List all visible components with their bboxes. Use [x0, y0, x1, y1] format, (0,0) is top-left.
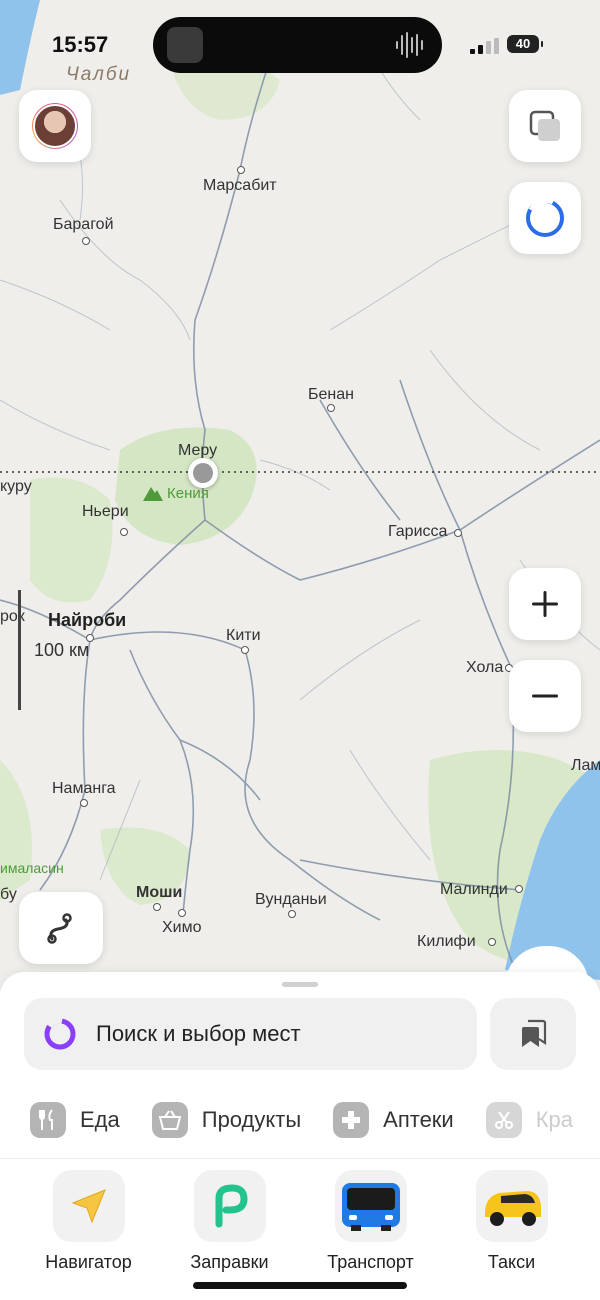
category-label: Еда [80, 1107, 120, 1132]
service-label: Заправки [190, 1252, 269, 1272]
map-label-kenya-peak[interactable]: Кения [167, 485, 209, 502]
sheet-drag-handle[interactable] [282, 982, 318, 987]
bus-icon [334, 1170, 407, 1242]
home-indicator[interactable] [193, 1282, 407, 1289]
map-city-dot [288, 910, 296, 918]
map-city-dot [82, 237, 90, 245]
category-pharmacy[interactable]: Аптеки [333, 1102, 454, 1138]
service-label: Навигатор [45, 1252, 132, 1272]
map-label-nyeri[interactable]: Ньери [82, 503, 129, 521]
map-scale-label: 100 км [34, 640, 90, 660]
map-label-benan[interactable]: Бенан [308, 386, 354, 404]
map-city-dot [241, 646, 249, 654]
map-city-dot [515, 885, 523, 893]
search-bar[interactable]: Поиск и выбор мест [24, 998, 477, 1070]
category-label: Аптеки [383, 1107, 454, 1132]
map-city-dot [120, 528, 128, 536]
map-label-nairobi[interactable]: Найроби [48, 610, 126, 631]
fork-knife-icon [30, 1102, 66, 1138]
search-placeholder: Поиск и выбор мест [96, 1021, 301, 1046]
service-navigator[interactable]: Навигатор [18, 1170, 159, 1273]
mountain-icon [143, 485, 163, 506]
route-icon [47, 913, 72, 944]
map-layers-button[interactable] [509, 90, 581, 162]
map-label-edge-bu: бу [0, 886, 17, 903]
scissors-icon [485, 1102, 522, 1138]
map-city-dot [327, 404, 335, 412]
map-label-kiti[interactable]: Кити [226, 627, 261, 645]
bottom-sheet: Поиск и выбор мест Еда Продукты Аптеки К… [0, 972, 600, 1300]
category-label: Кра [535, 1107, 574, 1132]
map-label-khimo[interactable]: Химо [162, 919, 202, 937]
map-label-malindi[interactable]: Малинди [440, 881, 508, 899]
map-city-dot [237, 166, 245, 174]
basket-icon [151, 1102, 188, 1138]
cellular-signal-icon [470, 38, 499, 54]
pharmacy-plus-icon [333, 1102, 370, 1138]
battery-indicator: 40 [507, 35, 543, 53]
map-label-moshi[interactable]: Моши [136, 884, 182, 902]
service-taxi[interactable]: Такси [441, 1170, 582, 1273]
service-fuel[interactable]: Заправки [159, 1170, 300, 1273]
dynamic-island[interactable] [153, 17, 442, 73]
zoom-out-button[interactable] [509, 660, 581, 732]
navigator-arrow-icon [52, 1170, 125, 1242]
services-row: Навигатор Заправки Транспорт Такси [0, 1170, 600, 1273]
layers-icon [529, 110, 560, 141]
map-label-kilifi[interactable]: Килифи [417, 933, 476, 951]
map-label-meru[interactable]: Меру [178, 442, 217, 460]
map-city-dot [454, 529, 462, 537]
zoom-in-button[interactable] [509, 568, 581, 640]
map-label-vundanyi[interactable]: Вунданьи [255, 891, 327, 909]
map-label-edge-kuru: куру [0, 478, 32, 495]
plus-icon [532, 591, 558, 617]
user-location-marker[interactable] [188, 458, 218, 488]
status-bar: 15:57 40 [0, 0, 600, 90]
avatar [32, 103, 78, 149]
category-beauty[interactable]: Кра [485, 1102, 574, 1138]
map-scale-bar [18, 590, 21, 710]
map-city-dot [153, 903, 161, 911]
taxi-icon [475, 1170, 548, 1242]
minus-icon [532, 694, 558, 698]
bookmarks-button[interactable] [490, 998, 576, 1070]
category-chips: Еда Продукты Аптеки Кра [30, 1100, 600, 1140]
map-label-garissa[interactable]: Гарисса [388, 523, 447, 541]
map-label-namanga[interactable]: Наманга [52, 780, 116, 798]
alice-icon [526, 198, 564, 237]
bookmarks-icon [522, 1019, 547, 1047]
map-city-dot [178, 909, 186, 917]
map-label-baragoi[interactable]: Барагой [53, 216, 114, 234]
alice-search-icon [44, 1017, 76, 1050]
audio-wave-icon [396, 32, 423, 58]
map-city-dot [80, 799, 88, 807]
category-groceries[interactable]: Продукты [151, 1102, 302, 1138]
map-label-edge-imalasin: ималасин [0, 860, 64, 876]
map-label-lam[interactable]: Лам [571, 757, 600, 775]
profile-button[interactable] [19, 90, 91, 162]
map-city-dot [488, 938, 496, 946]
service-label: Транспорт [327, 1252, 414, 1272]
service-label: Такси [487, 1252, 536, 1272]
service-transport[interactable]: Транспорт [300, 1170, 441, 1273]
map-label-marsabit[interactable]: Марсабит [203, 177, 277, 195]
sheet-divider [0, 1158, 600, 1159]
category-food[interactable]: Еда [30, 1102, 120, 1138]
now-playing-thumbnail [167, 27, 203, 63]
fuel-p-icon [193, 1170, 266, 1242]
category-label: Продукты [201, 1107, 302, 1132]
map-label-edge-rok: рок [0, 608, 25, 625]
alice-assistant-button[interactable] [509, 182, 581, 254]
route-button[interactable] [19, 892, 103, 964]
status-time: 15:57 [52, 32, 109, 57]
map-label-hola[interactable]: Хола [466, 659, 503, 677]
